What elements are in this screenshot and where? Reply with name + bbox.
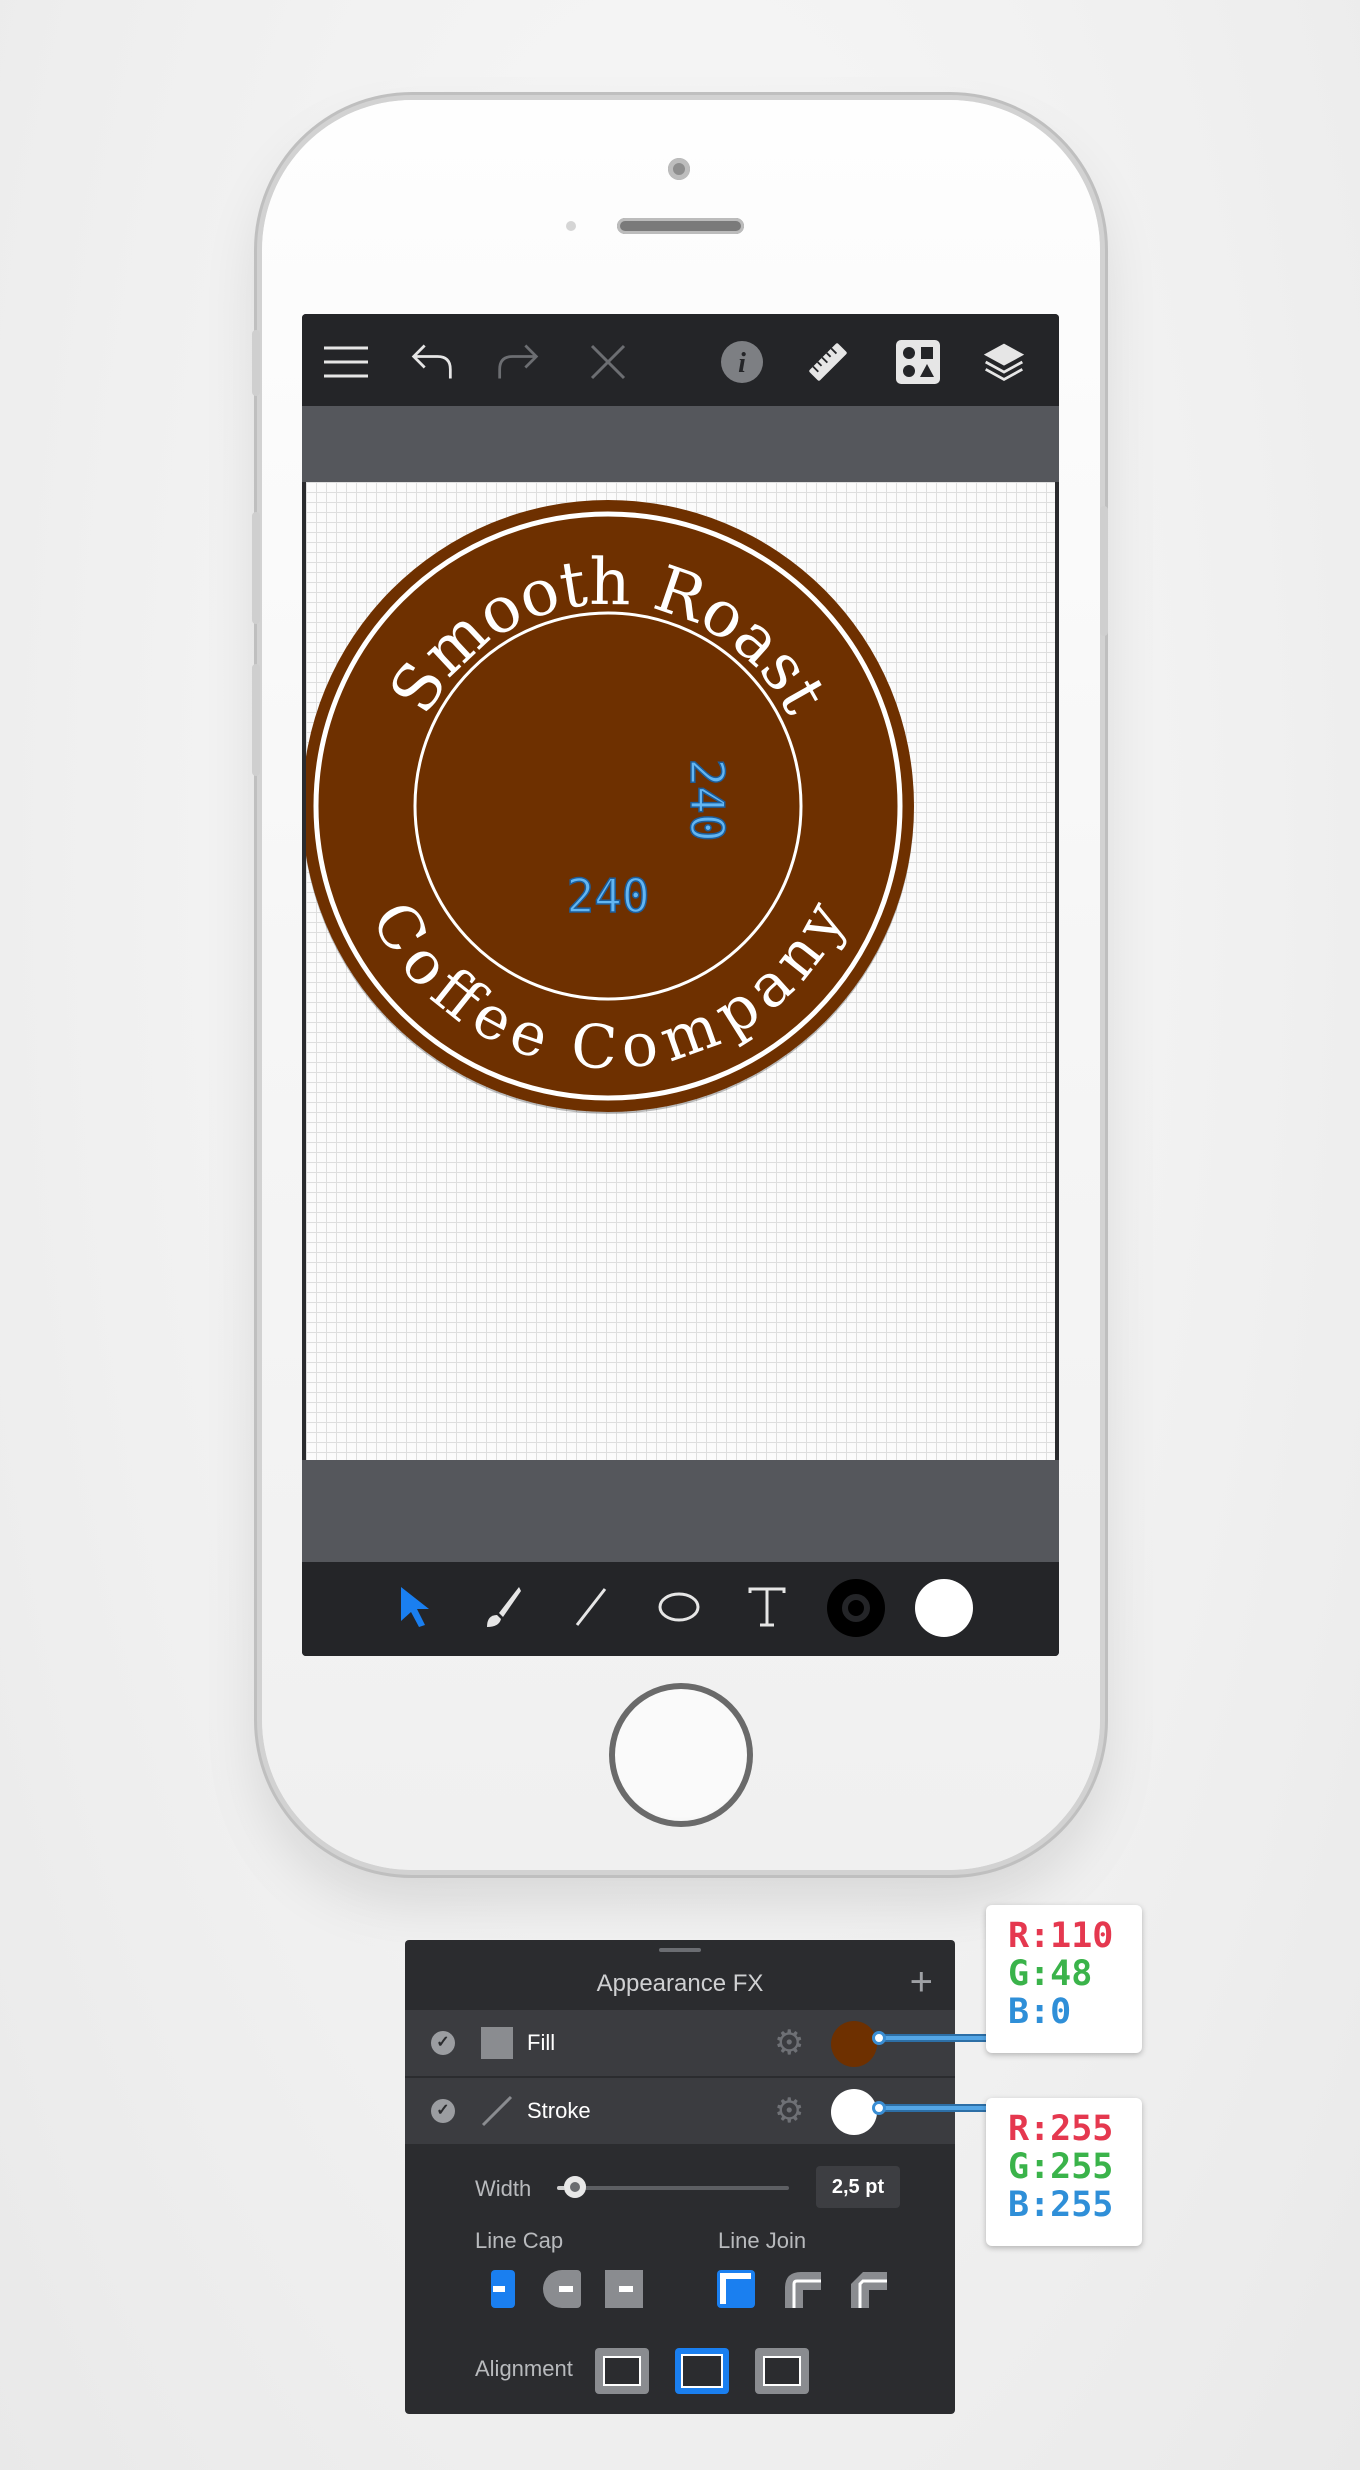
panel-drag-handle[interactable] [659, 1948, 701, 1952]
stroke-color-swatch[interactable] [831, 2089, 877, 2135]
volume-up-button [252, 512, 260, 624]
alignment-label: Alignment [475, 2356, 573, 2381]
proximity-sensor [566, 221, 576, 231]
width-slider-knob[interactable] [563, 2176, 586, 2198]
align-center-option[interactable] [675, 2348, 729, 2394]
stroke-line-icon [481, 2095, 513, 2127]
tools-toolbar [302, 1562, 1059, 1656]
fill-checkmark-icon[interactable]: ✓ [431, 2031, 455, 2055]
width-value-field[interactable]: 2,5 pt [816, 2166, 900, 2208]
undo-icon[interactable] [410, 340, 454, 384]
layers-icon[interactable] [982, 340, 1026, 384]
symbols-icon[interactable] [896, 340, 940, 384]
fill-color-icon[interactable] [914, 1578, 974, 1638]
menu-icon[interactable] [324, 340, 368, 384]
stroke-gear-icon[interactable]: ⚙ [774, 2092, 804, 2130]
add-effect-button[interactable]: + [910, 1960, 933, 2004]
info-icon[interactable]: i [720, 340, 764, 384]
fill-r-value: R:110 [1008, 1916, 1114, 1956]
stroke-callout-connector [880, 2104, 986, 2112]
panel-header: Appearance FX + [405, 1960, 955, 2004]
fill-square-icon [481, 2027, 513, 2059]
fill-callout-connector [880, 2034, 986, 2042]
fill-label: Fill [527, 2030, 556, 2055]
volume-down-button [252, 664, 260, 776]
stroke-g-value: G:255 [1008, 2147, 1114, 2187]
close-icon[interactable] [586, 340, 630, 384]
fill-gear-icon[interactable]: ⚙ [774, 2024, 804, 2062]
stroke-connector-dot [872, 2101, 886, 2115]
brush-icon[interactable] [478, 1582, 528, 1632]
line-icon[interactable] [566, 1582, 616, 1632]
options-bar [302, 406, 1059, 482]
fill-rgb-callout: R:110 G:48 B:0 [986, 1905, 1142, 2053]
join-miter-option[interactable] [717, 2270, 755, 2308]
stroke-r-value: R:255 [1008, 2109, 1114, 2149]
app-screen: i Smooth Roast Coffee Company 240 240 [302, 314, 1059, 1656]
cap-round-option[interactable] [543, 2270, 589, 2308]
fill-color-swatch[interactable] [831, 2021, 877, 2067]
width-slider[interactable] [557, 2176, 789, 2198]
fill-row[interactable]: ✓ Fill ⚙ [405, 2010, 955, 2076]
stroke-b-value: B:255 [1008, 2185, 1114, 2225]
appearance-panel: Appearance FX + ✓ Fill ⚙ ✓ Stroke ⚙ Widt… [405, 1940, 955, 2414]
stroke-color-icon[interactable] [826, 1578, 886, 1638]
stroke-checkmark-icon[interactable]: ✓ [431, 2099, 455, 2123]
ellipse-icon[interactable] [654, 1582, 704, 1632]
svg-text:i: i [738, 348, 746, 379]
fill-g-value: G:48 [1008, 1954, 1093, 1994]
width-label: Width [475, 2176, 532, 2201]
stroke-label: Stroke [527, 2098, 591, 2123]
redo-icon[interactable] [496, 340, 540, 384]
cap-square-option[interactable] [605, 2270, 651, 2308]
mute-switch [252, 330, 260, 396]
select-icon[interactable] [390, 1582, 440, 1632]
cap-butt-option[interactable] [491, 2270, 515, 2308]
line-cap-label: Line Cap [475, 2228, 564, 2253]
align-outside-option[interactable] [755, 2348, 809, 2394]
line-join-label: Line Join [718, 2228, 807, 2253]
home-button[interactable] [609, 1683, 753, 1827]
front-camera [668, 158, 690, 180]
stroke-rgb-callout: R:255 G:255 B:255 [986, 2098, 1142, 2246]
vertical-measurement: 240 [680, 758, 734, 841]
top-toolbar: i [302, 314, 1059, 406]
horizontal-measurement: 240 [566, 869, 649, 923]
ruler-icon[interactable] [806, 340, 850, 384]
power-button [1100, 506, 1108, 636]
artboard-canvas[interactable]: Smooth Roast Coffee Company 240 240 [306, 482, 1055, 1460]
bottom-options-bar [302, 1460, 1059, 1562]
earpiece-speaker [617, 218, 744, 234]
fill-connector-dot [872, 2031, 886, 2045]
text-icon[interactable] [742, 1582, 792, 1632]
align-inside-option[interactable] [595, 2348, 649, 2394]
coffee-badge[interactable]: Smooth Roast Coffee Company 240 240 [306, 482, 1055, 1460]
fill-b-value: B:0 [1008, 1992, 1072, 2032]
join-round-option[interactable] [783, 2270, 829, 2308]
join-bevel-option[interactable] [849, 2270, 895, 2308]
panel-title: Appearance FX [596, 1970, 764, 1997]
